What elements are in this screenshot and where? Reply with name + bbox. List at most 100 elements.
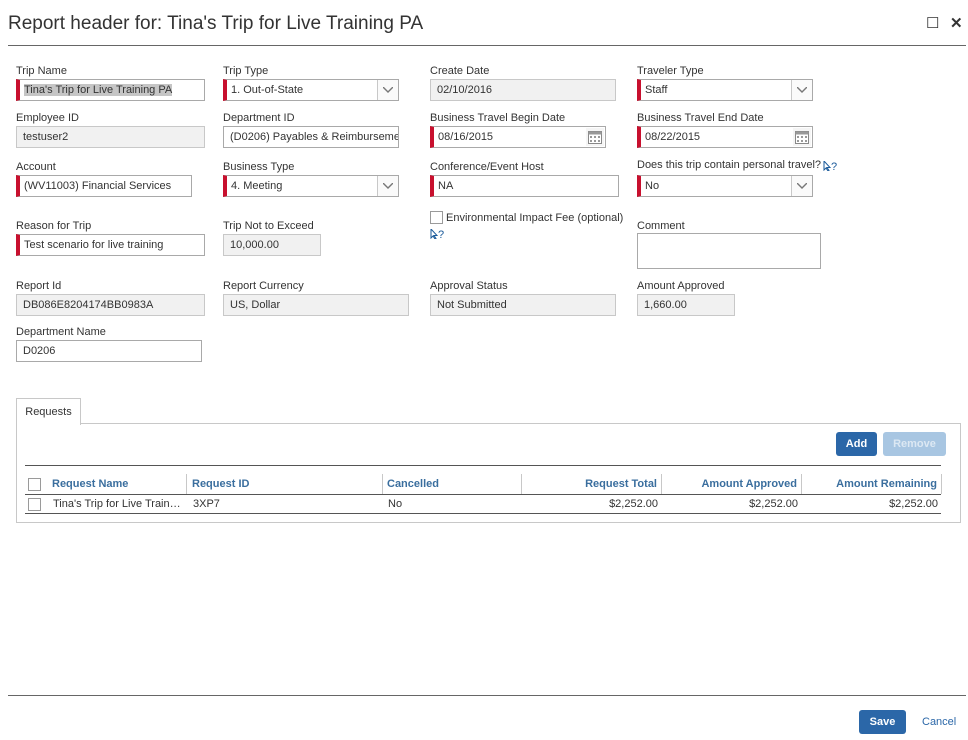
help-icon[interactable]: ?	[823, 159, 838, 173]
employee-id-value: testuser2	[23, 131, 69, 143]
select-all-checkbox[interactable]	[28, 478, 41, 491]
tab-requests[interactable]: Requests	[16, 398, 81, 425]
amount-approved-label: Amount Approved	[637, 280, 725, 292]
business-type-label: Business Type	[223, 161, 295, 173]
help-icon[interactable]: ?	[430, 227, 444, 241]
department-name-label: Department Name	[16, 326, 106, 338]
column-header-cancelled[interactable]: Cancelled	[387, 478, 439, 490]
cancelled-cell: No	[388, 498, 403, 510]
column-header-request-total[interactable]: Request Total	[540, 478, 657, 490]
end-date-field[interactable]: 08/22/2015	[637, 126, 813, 148]
department-id-label: Department ID	[223, 112, 295, 124]
department-id-value: (D0206) Payables & Reimburseme	[230, 131, 399, 143]
column-divider	[801, 474, 802, 494]
table-bottom-rule	[25, 513, 941, 514]
report-id-value: DB086E8204174BB0983A	[23, 299, 154, 311]
chevron-down-icon[interactable]	[791, 80, 812, 100]
request-id-cell: 3XP7	[193, 498, 220, 510]
business-type-select[interactable]: 4. Meeting	[223, 175, 399, 197]
report-id-label: Report Id	[16, 280, 62, 292]
trip-type-select[interactable]: 1. Out-of-State	[223, 79, 399, 101]
add-button[interactable]: Add	[836, 432, 877, 456]
end-date-label: Business Travel End Date	[637, 112, 764, 124]
trip-name-field[interactable]: Tina's Trip for Live Training PA	[16, 79, 205, 101]
personal-travel-label: Does this trip contain personal travel?	[637, 159, 822, 171]
trip-name-label: Trip Name	[16, 65, 67, 77]
close-icon[interactable]: ✕	[950, 14, 963, 32]
comment-textarea[interactable]	[637, 233, 821, 269]
traveler-type-value: Staff	[645, 84, 668, 96]
create-date-label: Create Date	[430, 65, 490, 77]
environmental-fee-label: Environmental Impact Fee (optional)	[446, 212, 624, 224]
employee-id-field: testuser2	[16, 126, 205, 148]
calendar-icon[interactable]	[793, 128, 811, 146]
account-value: (WV11003) Financial Services	[24, 180, 172, 192]
report-currency-field: US, Dollar	[223, 294, 409, 316]
traveler-type-label: Traveler Type	[637, 65, 704, 77]
conference-host-field[interactable]: NA	[430, 175, 619, 197]
amount-approved-value: 1,660.00	[644, 299, 687, 311]
end-date-value: 08/22/2015	[645, 131, 701, 143]
reason-field[interactable]: Test scenario for live training	[16, 234, 205, 256]
trip-name-value: Tina's Trip for Live Training PA	[24, 84, 173, 96]
column-divider	[186, 474, 187, 494]
amount-remaining-cell: $2,252.00	[889, 498, 938, 510]
remove-button[interactable]: Remove	[883, 432, 946, 456]
account-field[interactable]: (WV11003) Financial Services	[16, 175, 192, 197]
chevron-down-icon[interactable]	[791, 176, 812, 196]
reason-label: Reason for Trip	[16, 220, 92, 232]
approval-status-label: Approval Status	[430, 280, 508, 292]
personal-travel-select[interactable]: No	[637, 175, 813, 197]
report-currency-label: Report Currency	[223, 280, 304, 292]
begin-date-value: 08/16/2015	[438, 131, 494, 143]
business-type-value: 4. Meeting	[231, 180, 283, 192]
comment-label: Comment	[637, 220, 685, 232]
amount-approved-cell: $2,252.00	[749, 498, 798, 510]
department-name-value: D0206	[23, 345, 56, 357]
cancel-link[interactable]: Cancel	[922, 716, 956, 728]
report-id-field: DB086E8204174BB0983A	[16, 294, 205, 316]
table-top-rule	[25, 465, 941, 466]
column-header-amount-remaining[interactable]: Amount Remaining	[810, 478, 937, 490]
row-checkbox[interactable]	[28, 498, 41, 511]
column-divider	[382, 474, 383, 494]
title-divider	[8, 45, 966, 46]
not-to-exceed-value: 10,000.00	[230, 239, 279, 251]
traveler-type-select[interactable]: Staff	[637, 79, 813, 101]
not-to-exceed-label: Trip Not to Exceed	[223, 220, 314, 232]
employee-id-label: Employee ID	[16, 112, 79, 124]
request-name-cell[interactable]: Tina's Trip for Live Train…	[53, 498, 181, 510]
help-glyph: ?	[831, 161, 838, 173]
approval-status-field: Not Submitted	[430, 294, 616, 316]
not-to-exceed-field: 10,000.00	[223, 234, 321, 256]
trip-type-value: 1. Out-of-State	[231, 84, 304, 96]
account-label: Account	[16, 161, 56, 173]
footer-divider	[8, 695, 966, 696]
create-date-field: 02/10/2016	[430, 79, 616, 101]
column-divider	[661, 474, 662, 494]
begin-date-label: Business Travel Begin Date	[430, 112, 566, 124]
save-button[interactable]: Save	[859, 710, 906, 734]
column-header-request-name[interactable]: Request Name	[52, 478, 128, 490]
table-header-rule	[25, 494, 941, 495]
department-id-field[interactable]: (D0206) Payables & Reimburseme	[223, 126, 399, 148]
begin-date-field[interactable]: 08/16/2015	[430, 126, 606, 148]
approval-status-value: Not Submitted	[437, 299, 507, 311]
conference-host-value: NA	[438, 180, 454, 192]
maximize-icon[interactable]: ☐	[926, 14, 939, 32]
department-name-field[interactable]: D0206	[16, 340, 202, 362]
report-currency-value: US, Dollar	[230, 299, 281, 311]
request-total-cell: $2,252.00	[609, 498, 658, 510]
personal-travel-value: No	[645, 180, 660, 192]
column-header-request-id[interactable]: Request ID	[192, 478, 249, 490]
calendar-icon[interactable]	[586, 128, 604, 146]
reason-value: Test scenario for live training	[24, 239, 164, 251]
column-divider	[521, 474, 522, 494]
column-header-amount-approved[interactable]: Amount Approved	[670, 478, 797, 490]
environmental-fee-checkbox[interactable]	[430, 211, 443, 224]
trip-type-label: Trip Type	[223, 65, 269, 77]
amount-approved-field: 1,660.00	[637, 294, 735, 316]
dialog-title: Report header for: Tina's Trip for Live …	[8, 13, 424, 34]
chevron-down-icon[interactable]	[377, 176, 398, 196]
chevron-down-icon[interactable]	[377, 80, 398, 100]
